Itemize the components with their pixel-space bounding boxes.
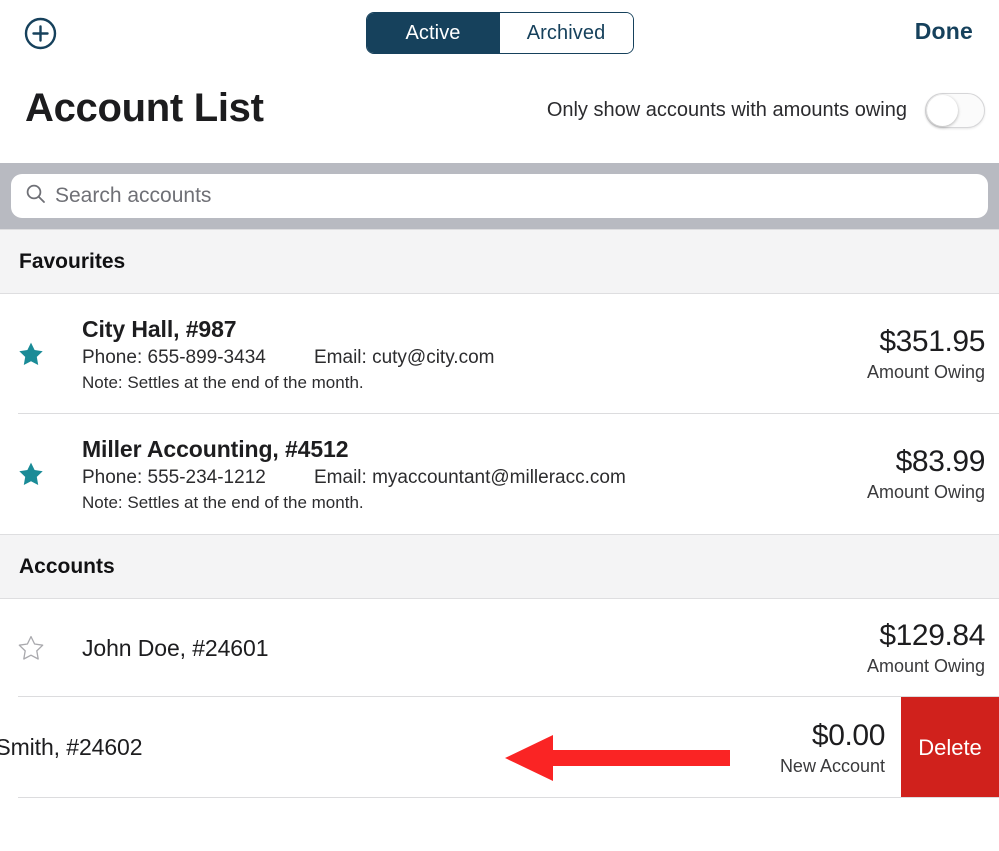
account-phone: Phone: 555-234-1212: [82, 466, 266, 488]
section-header-favourites: Favourites: [0, 229, 999, 294]
page-title: Account List: [25, 86, 264, 130]
account-name: John Doe, #24601: [82, 634, 269, 661]
account-name: City Hall, #987: [82, 315, 237, 342]
plus-circle-icon: [24, 17, 57, 50]
account-list-screen: Active Archived Done Account List Only s…: [0, 0, 999, 851]
section-header-accounts: Accounts: [0, 534, 999, 599]
tab-archived[interactable]: Archived: [499, 13, 633, 53]
account-contact: Phone: 555-234-1212 Email: myaccountant@…: [82, 467, 789, 489]
account-note: Note: Settles at the end of the month.: [82, 492, 364, 512]
top-navigation-bar: Active Archived Done: [0, 0, 999, 66]
delete-button[interactable]: Delete: [901, 697, 999, 798]
favourite-star-outline-icon[interactable]: [18, 635, 52, 661]
account-amount-label: Amount Owing: [866, 482, 985, 502]
account-details: City Hall, #987 Phone: 655-899-3434 Emai…: [52, 316, 789, 393]
account-email: Email: myaccountant@milleracc.com: [314, 466, 626, 488]
account-amount: $83.99: [895, 445, 986, 478]
search-icon: [25, 183, 46, 209]
add-account-button[interactable]: [24, 17, 57, 50]
table-row[interactable]: John Doe, #24601 $129.84 Amount Owing: [0, 599, 999, 697]
account-amount-block: $129.84 Amount Owing: [789, 619, 999, 677]
account-amount-block: $351.95 Amount Owing: [789, 325, 999, 383]
table-row-swiped[interactable]: ggie Smith, #24602 $0.00 New Account Del…: [0, 697, 999, 798]
search-input[interactable]: Search accounts: [11, 174, 988, 218]
account-amount-block: $0.00 New Account: [780, 719, 901, 777]
account-amount-label: Amount Owing: [866, 656, 985, 676]
table-row[interactable]: Miller Accounting, #4512 Phone: 555-234-…: [0, 414, 999, 534]
account-amount: $129.84: [879, 619, 985, 652]
swiped-row-content[interactable]: ggie Smith, #24602 $0.00 New Account: [0, 697, 901, 798]
active-archived-segmented-control[interactable]: Active Archived: [365, 12, 634, 54]
account-amount: $0.00: [811, 718, 885, 752]
account-details: Miller Accounting, #4512 Phone: 555-234-…: [52, 436, 789, 513]
account-name: ggie Smith, #24602: [0, 734, 143, 760]
account-note: Note: Settles at the end of the month.: [82, 372, 364, 392]
account-amount-block: $83.99 Amount Owing: [789, 445, 999, 503]
account-details: John Doe, #24601: [52, 635, 789, 662]
amounts-owing-filter[interactable]: Only show accounts with amounts owing: [547, 93, 985, 128]
favourite-star-filled-icon[interactable]: [18, 461, 52, 487]
tab-active[interactable]: Active: [366, 13, 500, 53]
search-placeholder: Search accounts: [55, 184, 212, 207]
account-amount: $351.95: [879, 325, 985, 358]
done-button[interactable]: Done: [915, 18, 973, 45]
toggle-knob: [927, 95, 958, 126]
account-contact: Phone: 655-899-3434 Email: cuty@city.com: [82, 347, 789, 369]
table-row[interactable]: City Hall, #987 Phone: 655-899-3434 Emai…: [0, 294, 999, 414]
favourite-star-filled-icon[interactable]: [18, 341, 52, 367]
search-bar-container: Search accounts: [0, 163, 999, 229]
account-phone: Phone: 655-899-3434: [82, 346, 266, 368]
title-row: Account List Only show accounts with amo…: [0, 66, 999, 163]
account-email: Email: cuty@city.com: [314, 346, 495, 368]
account-amount-label: New Account: [779, 755, 885, 776]
account-name: Miller Accounting, #4512: [82, 435, 349, 462]
amounts-owing-toggle[interactable]: [925, 93, 985, 128]
amounts-owing-toggle-label: Only show accounts with amounts owing: [546, 99, 907, 121]
account-amount-label: Amount Owing: [866, 362, 985, 382]
row-divider: [18, 797, 999, 798]
